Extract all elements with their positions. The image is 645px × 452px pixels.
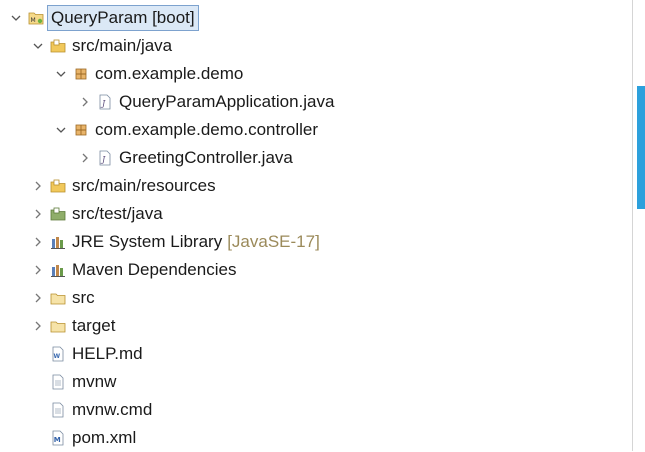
help-label: HELP.md — [72, 344, 143, 363]
chevron-right-icon[interactable] — [30, 172, 46, 200]
source-folder-icon — [50, 38, 66, 54]
package-icon — [73, 66, 89, 82]
markdown-file-icon: W — [50, 346, 66, 362]
src-main-resources-label: src/main/resources — [72, 176, 216, 195]
chevron-right-icon[interactable] — [77, 144, 93, 172]
chevron-right-icon[interactable] — [30, 312, 46, 340]
tree-item-mvnw-cmd[interactable]: mvnw.cmd — [50, 396, 152, 424]
chevron-down-icon[interactable] — [8, 4, 24, 32]
chevron-down-icon[interactable] — [53, 116, 69, 144]
tree-item-src[interactable]: src — [30, 284, 95, 312]
mvnw-cmd-label: mvnw.cmd — [72, 400, 153, 419]
tree-item-src-main-resources[interactable]: src/main/resources — [30, 172, 216, 200]
chevron-down-icon[interactable] — [30, 32, 46, 60]
file-app-label: QueryParamApplication.java — [119, 92, 335, 111]
tree-item-jre[interactable]: JRE System Library [JavaSE-17] — [30, 228, 320, 256]
pkg-controller-label: com.example.demo.controller — [95, 120, 318, 139]
scrollbar-thumb[interactable] — [637, 86, 645, 209]
folder-icon — [50, 290, 66, 306]
tree-item-src-test-java[interactable]: src/test/java — [30, 200, 163, 228]
maven-deps-label: Maven Dependencies — [72, 260, 237, 279]
package-icon — [73, 122, 89, 138]
java-file-icon: J — [97, 150, 113, 166]
chevron-right-icon[interactable] — [30, 256, 46, 284]
svg-text:W: W — [54, 353, 61, 360]
tree-item-target[interactable]: target — [30, 312, 115, 340]
project-explorer-tree: M QueryParam [boot] src/main/java com.ex… — [0, 0, 630, 451]
java-file-icon: J — [97, 94, 113, 110]
project-icon: M — [28, 10, 44, 26]
tree-item-pkg-controller[interactable]: com.example.demo.controller — [53, 116, 318, 144]
maven-pom-icon: M — [50, 430, 66, 446]
library-icon — [50, 234, 66, 250]
tree-item-pom[interactable]: M pom.xml — [50, 424, 136, 452]
project-label: QueryParam [boot] — [47, 5, 199, 31]
tree-item-maven-deps[interactable]: Maven Dependencies — [30, 256, 236, 284]
svg-text:M: M — [31, 17, 36, 24]
vertical-scrollbar[interactable] — [632, 0, 645, 451]
library-icon — [50, 262, 66, 278]
svg-text:M: M — [54, 436, 61, 444]
tree-item-file-app[interactable]: J QueryParamApplication.java — [77, 88, 334, 116]
text-file-icon — [50, 374, 66, 390]
tree-item-help[interactable]: W HELP.md — [50, 340, 143, 368]
pkg-demo-label: com.example.demo — [95, 64, 244, 83]
src-label: src — [72, 288, 95, 307]
jre-version-decoration: [JavaSE-17] — [227, 232, 320, 251]
pom-label: pom.xml — [72, 428, 137, 447]
folder-icon — [50, 318, 66, 334]
chevron-right-icon[interactable] — [30, 284, 46, 312]
test-source-folder-icon — [50, 206, 66, 222]
tree-item-file-greeting[interactable]: J GreetingController.java — [77, 144, 293, 172]
chevron-down-icon[interactable] — [53, 60, 69, 88]
chevron-right-icon[interactable] — [30, 200, 46, 228]
src-test-java-label: src/test/java — [72, 204, 163, 223]
tree-item-project[interactable]: M QueryParam [boot] — [8, 4, 199, 32]
jre-label: JRE System Library — [72, 232, 223, 251]
source-folder-icon — [50, 178, 66, 194]
tree-item-mvnw[interactable]: mvnw — [50, 368, 116, 396]
tree-item-src-main-java[interactable]: src/main/java — [30, 32, 172, 60]
tree-item-pkg-demo[interactable]: com.example.demo — [53, 60, 243, 88]
src-main-java-label: src/main/java — [72, 36, 173, 55]
chevron-right-icon[interactable] — [77, 88, 93, 116]
file-greeting-label: GreetingController.java — [119, 148, 293, 167]
target-label: target — [72, 316, 116, 335]
mvnw-label: mvnw — [72, 372, 117, 391]
chevron-right-icon[interactable] — [30, 228, 46, 256]
text-file-icon — [50, 402, 66, 418]
